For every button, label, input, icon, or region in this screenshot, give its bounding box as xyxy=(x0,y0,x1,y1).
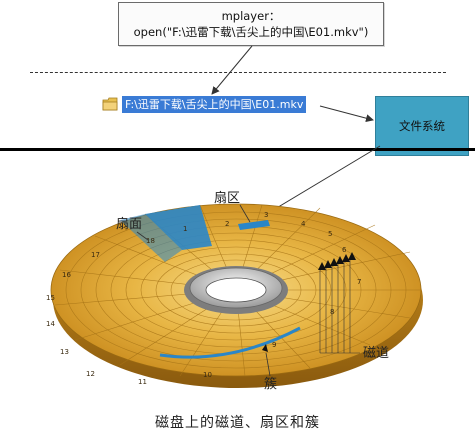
sector-number: 15 xyxy=(46,294,55,302)
sector-number: 1 xyxy=(183,225,187,233)
sector-number: 10 xyxy=(203,371,212,379)
disk-hole xyxy=(205,277,267,303)
arrow-callout-to-file xyxy=(211,45,253,95)
figure-caption: 磁盘上的磁道、扇区和簇 xyxy=(155,415,320,431)
arrow-file-to-fs xyxy=(319,105,374,123)
label-cluster: 簇 xyxy=(264,377,277,392)
sector-number: 11 xyxy=(138,378,147,386)
sector-number: 12 xyxy=(86,370,95,378)
label-sector-face: 扇面 xyxy=(116,216,142,232)
sector-number: 2 xyxy=(225,220,229,228)
sector-number: 18 xyxy=(146,237,155,245)
label-track: 磁道 xyxy=(363,346,389,361)
sector-number: 7 xyxy=(357,278,361,286)
sector-number: 4 xyxy=(301,220,306,228)
sector-number: 3 xyxy=(264,211,268,219)
sector-number: 13 xyxy=(60,348,69,356)
label-sector-zone: 扇区 xyxy=(214,190,240,206)
sector-number: 9 xyxy=(272,341,276,349)
sector-number: 14 xyxy=(46,320,55,328)
diagram-canvas: 1 2 3 4 5 6 7 8 9 10 11 12 13 14 15 16 1… xyxy=(46,45,423,392)
sector-number: 5 xyxy=(328,230,332,238)
sector-number: 16 xyxy=(62,271,71,279)
sector-number: 17 xyxy=(91,251,100,259)
sector-number: 6 xyxy=(342,246,347,254)
